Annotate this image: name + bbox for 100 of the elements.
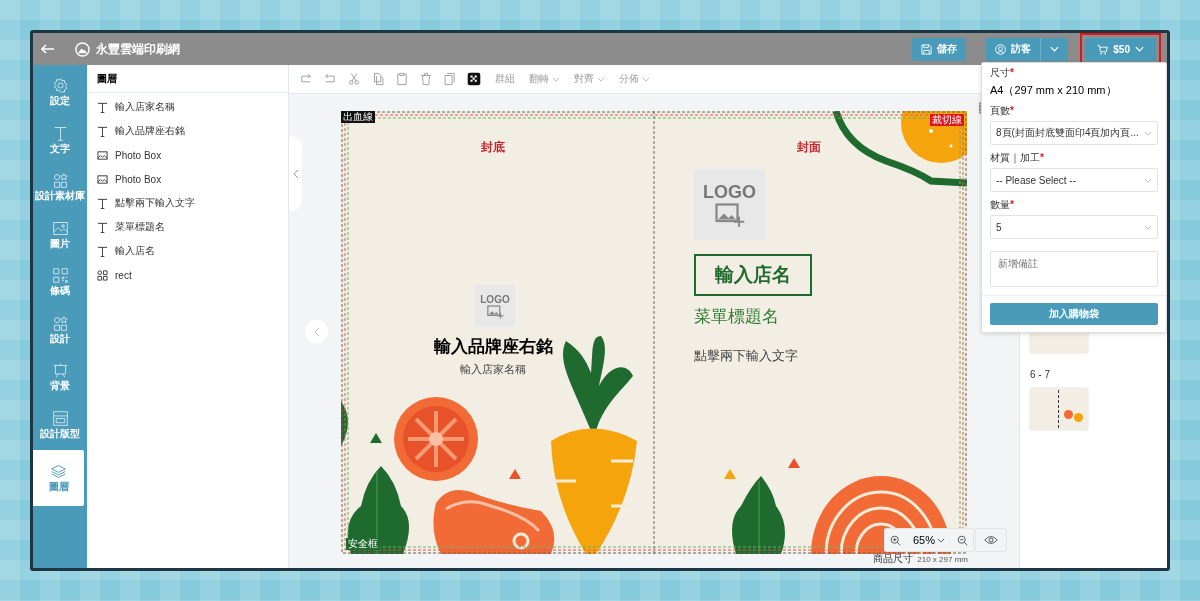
quantity-select[interactable]: 5	[990, 215, 1158, 239]
body-text: 點擊兩下輸入文字	[694, 347, 798, 365]
leaf-drawing	[341, 401, 348, 446]
layer-name: 輸入店家名稱	[115, 100, 175, 114]
logo-upload-field[interactable]: LOGO	[475, 285, 515, 327]
logo-upload-field[interactable]: LOGO	[694, 169, 765, 240]
cart-icon	[1097, 43, 1109, 55]
toolbar-dropdown[interactable]: 對齊	[574, 72, 605, 86]
add-to-cart-button[interactable]: 加入購物袋	[990, 303, 1158, 325]
front-cover-heading: 封面	[797, 139, 821, 156]
back-arrow-icon[interactable]	[41, 44, 55, 54]
pages-select[interactable]: 8頁(封面封底雙面印4頁加內頁...	[990, 121, 1158, 145]
caret-icon	[597, 76, 605, 82]
caret-icon	[552, 76, 560, 82]
panel-title: 圖層	[87, 65, 288, 93]
preview-button[interactable]	[975, 528, 1007, 552]
save-button[interactable]: 儲存	[912, 37, 967, 61]
caret-icon	[642, 76, 650, 82]
layer-item[interactable]: 輸入品牌座右銘	[87, 119, 288, 143]
layout-icon	[51, 409, 69, 427]
shapes-icon	[51, 314, 69, 332]
layer-item[interactable]: 輸入店名	[87, 239, 288, 263]
text-icon	[97, 125, 108, 137]
menu-title-text: 菜單標題名	[694, 306, 779, 328]
zoom-level-dropdown[interactable]: 65%	[913, 534, 945, 546]
field-label: 尺寸*	[990, 66, 1015, 80]
sidebar-item[interactable]: 圖層	[33, 450, 84, 506]
sidebar-item[interactable]: 圖片	[33, 210, 87, 258]
triangle-shape	[509, 469, 521, 479]
layer-item[interactable]: 菜單標題名	[87, 215, 288, 239]
product-size-label: 商品尺寸	[873, 552, 914, 566]
caret-icon	[1144, 177, 1152, 183]
field-label: 數量*	[990, 198, 1015, 212]
layer-item[interactable]: 輸入店家名稱	[87, 95, 288, 119]
app-name: 永豐雲端印刷網	[96, 40, 180, 58]
image-icon	[51, 219, 69, 237]
layer-name: rect	[115, 269, 132, 281]
triangle-shape	[788, 458, 800, 468]
copy-icon[interactable]	[371, 72, 385, 86]
duplicate-icon[interactable]	[443, 72, 457, 86]
shapes-icon	[97, 269, 108, 281]
slogan-text: 輸入品牌座右銘	[433, 336, 553, 358]
cart-button[interactable]: $50	[1085, 37, 1156, 61]
caret-icon	[1135, 46, 1144, 52]
layer-name: Photo Box	[115, 149, 162, 161]
bleed-line-label: 出血線	[341, 111, 375, 123]
group-button[interactable]: 群組	[495, 72, 515, 86]
field-label: 頁數*	[990, 104, 1015, 118]
trash-icon[interactable]	[419, 72, 433, 86]
triangle-shape	[370, 433, 382, 443]
sidebar-item[interactable]: 設計素材庫	[33, 163, 87, 211]
layers-icon	[50, 463, 67, 481]
scissors-icon[interactable]	[347, 72, 361, 86]
layer-name: 輸入店名	[115, 244, 155, 258]
page-thumbnail[interactable]	[1030, 388, 1088, 430]
sidebar-item[interactable]: 條碼	[33, 258, 87, 306]
toolbar-dropdown[interactable]: 分佈	[619, 72, 650, 86]
qr-code-icon	[51, 267, 69, 284]
page-label: 6 - 7	[1030, 369, 1051, 380]
layer-item[interactable]: Photo Box	[87, 167, 288, 191]
layer-name: 點擊兩下輸入文字	[115, 196, 195, 210]
sidebar-item[interactable]: 背景	[33, 353, 87, 401]
eye-icon	[984, 535, 998, 545]
gear-icon	[51, 77, 69, 94]
text-icon	[97, 101, 108, 113]
shop-name-box: 輸入店名	[694, 254, 812, 296]
mountain-logo-icon	[75, 41, 90, 57]
material-select[interactable]: -- Please Select --	[990, 168, 1158, 192]
layer-item[interactable]: Photo Box	[87, 143, 288, 167]
layer-item[interactable]: rect	[87, 263, 288, 287]
caret-icon	[1050, 46, 1060, 52]
safe-area-label: 安全框	[346, 538, 380, 550]
zoom-out-icon[interactable]	[957, 534, 968, 546]
sidebar-item[interactable]: 設定	[33, 68, 87, 116]
triangle-shape	[724, 469, 736, 479]
sidebar-item[interactable]: 設計版型	[33, 400, 87, 448]
chevron-left-icon	[313, 326, 320, 337]
add-image-icon	[714, 203, 745, 227]
account-button[interactable]: 訪客	[986, 37, 1041, 61]
back-cover-heading: 封底	[481, 139, 505, 156]
easel-icon	[51, 362, 69, 379]
zoom-in-icon[interactable]	[890, 534, 901, 546]
caret-icon	[937, 537, 945, 543]
add-image-icon	[486, 304, 504, 319]
checker-icon[interactable]	[467, 72, 481, 86]
size-value: A4（297 mm x 210 mm）	[990, 83, 1118, 98]
note-field[interactable]: 新增備註	[990, 251, 1158, 287]
clipboard-icon[interactable]	[395, 72, 409, 86]
account-menu-button[interactable]	[1040, 37, 1069, 61]
layer-item[interactable]: 點擊兩下輸入文字	[87, 191, 288, 215]
sidebar-item[interactable]: 文字	[33, 115, 87, 163]
text-icon	[97, 245, 108, 257]
product-size-value: 210 x 297 mm	[917, 555, 968, 564]
toolbar-dropdown[interactable]: 翻轉	[529, 72, 560, 86]
chevron-left-icon	[292, 168, 299, 179]
layer-name: 輸入品牌座右銘	[115, 124, 185, 138]
layer-name: Photo Box	[115, 173, 162, 185]
fruit-drawing	[901, 111, 967, 163]
shapes-icon	[51, 172, 69, 189]
sidebar-item[interactable]: 設計	[33, 305, 87, 353]
